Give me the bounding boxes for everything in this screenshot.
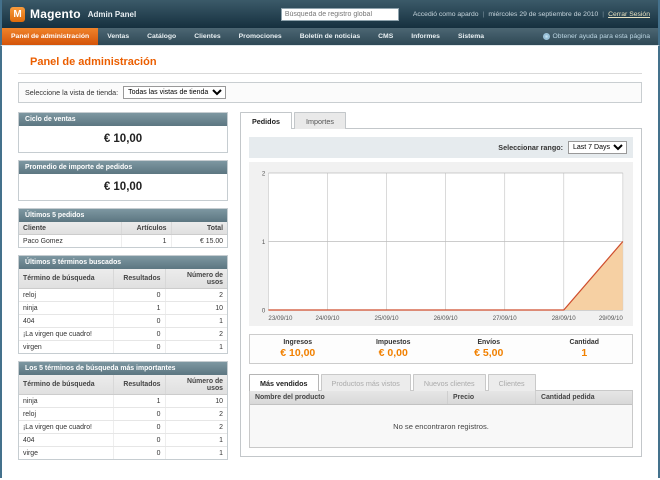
chart-tabs: Pedidos Importes: [240, 112, 642, 129]
content-area: Panel de administración Seleccione la vi…: [0, 45, 660, 478]
svg-text:0: 0: [262, 308, 266, 315]
svg-text:27/09/10: 27/09/10: [493, 315, 518, 322]
table-row[interactable]: ¡La virgen que cuadro! 0 2: [19, 421, 227, 434]
table-row[interactable]: virge 0 1: [19, 447, 227, 460]
store-view-bar: Seleccione la vista de tienda: Todas las…: [18, 82, 642, 103]
logo-text: Magento: [30, 7, 81, 21]
main-nav: Panel de administración Ventas Catálogo …: [0, 28, 660, 45]
store-view-label: Seleccione la vista de tienda:: [25, 88, 118, 97]
global-search-input[interactable]: [281, 8, 399, 21]
sales-cycle-box: Ciclo de ventas € 10,00: [18, 112, 228, 153]
magento-logo-icon: M: [10, 7, 25, 22]
nav-item-cms[interactable]: CMS: [369, 28, 402, 45]
range-label: Seleccionar rango:: [498, 143, 563, 152]
avg-order-box: Promedio de importe de pedidos € 10,00: [18, 160, 228, 201]
logo-subtext: Admin Panel: [88, 10, 136, 19]
magento-logo: M Magento Admin Panel: [10, 7, 136, 22]
sales-cycle-title: Ciclo de ventas: [19, 113, 227, 126]
page-title: Panel de administración: [30, 56, 642, 68]
last-orders-title: Últimos 5 pedidos: [19, 209, 227, 222]
range-bar: Seleccionar rango: Last 7 Days: [249, 137, 633, 158]
sales-cycle-value: € 10,00: [19, 126, 227, 152]
avg-order-title: Promedio de importe de pedidos: [19, 161, 227, 174]
tab-pedidos[interactable]: Pedidos: [240, 112, 292, 129]
nav-item-clientes[interactable]: Clientes: [185, 28, 229, 45]
bestsellers-grid: Nombre del producto Precio Cantidad pedi…: [249, 390, 633, 448]
avg-order-value: € 10,00: [19, 174, 227, 200]
total-ingresos: Ingresos € 10,00: [250, 339, 346, 359]
svg-text:24/09/10: 24/09/10: [315, 315, 340, 322]
account-info: Accedió como apardo | miércoles 29 de se…: [413, 11, 650, 18]
header: M Magento Admin Panel Accedió como apard…: [0, 0, 660, 28]
svg-text:29/09/10: 29/09/10: [599, 315, 624, 322]
last-orders-box: Últimos 5 pedidos Cliente Artículos Tota…: [18, 208, 228, 248]
totals-bar: Ingresos € 10,00 Impuestos € 0,00 Envíos…: [249, 334, 633, 364]
bottom-tabs: Más vendidos Productos más vistos Nuevos…: [249, 374, 633, 391]
total-cantidad: Cantidad 1: [537, 339, 633, 359]
svg-text:1: 1: [262, 239, 266, 246]
table-row[interactable]: ninja 1 10: [19, 302, 227, 315]
svg-text:26/09/10: 26/09/10: [434, 315, 459, 322]
table-row[interactable]: ¡La virgen que cuadro! 0 2: [19, 328, 227, 341]
top-search-terms-box: Los 5 términos de búsqueda más important…: [18, 361, 228, 460]
tab-importes[interactable]: Importes: [294, 112, 346, 129]
nav-item-informes[interactable]: Informes: [402, 28, 449, 45]
svg-text:25/09/10: 25/09/10: [375, 315, 400, 322]
tab-mas-vendidos[interactable]: Más vendidos: [249, 374, 319, 391]
orders-area-chart: 0 1 2 23/09/10 24/09/10 25/09/10 26/09/10 27/09…: [253, 167, 629, 324]
nav-item-boletin[interactable]: Boletín de noticias: [291, 28, 369, 45]
tab-clientes[interactable]: Clientes: [488, 374, 536, 391]
current-date: miércoles 29 de septiembre de 2010: [488, 11, 598, 18]
range-select[interactable]: Last 7 Days: [568, 141, 627, 154]
logout-link[interactable]: Cerrar Sesión: [608, 11, 650, 18]
orders-chart: 0 1 2 23/09/10 24/09/10 25/09/10 26/09/10 27/09…: [249, 162, 633, 326]
nav-item-promociones[interactable]: Promociones: [230, 28, 291, 45]
last-search-terms-title: Últimos 5 términos buscados: [19, 256, 227, 269]
table-row[interactable]: virgen 0 1: [19, 341, 227, 354]
help-globe-icon: [543, 33, 550, 40]
total-envios: Envíos € 5,00: [441, 339, 537, 359]
table-row[interactable]: 404 0 1: [19, 434, 227, 447]
table-row[interactable]: ninja 1 10: [19, 395, 227, 408]
help-link[interactable]: Obtener ayuda para esta página: [535, 28, 659, 45]
tab-nuevos-clientes[interactable]: Nuevos clientes: [413, 374, 486, 391]
svg-text:2: 2: [262, 171, 266, 178]
table-row[interactable]: reloj 0 2: [19, 408, 227, 421]
svg-text:28/09/10: 28/09/10: [552, 315, 577, 322]
grid-header: Nombre del producto Precio Cantidad pedi…: [250, 391, 632, 405]
table-row[interactable]: Paco Gomez 1 € 15.00: [19, 235, 227, 248]
nav-item-catalogo[interactable]: Catálogo: [138, 28, 185, 45]
logged-in-as: Accedió como apardo: [413, 11, 479, 18]
tab-productos-mas-vistos[interactable]: Productos más vistos: [321, 374, 411, 391]
nav-item-ventas[interactable]: Ventas: [98, 28, 138, 45]
nav-item-dashboard[interactable]: Panel de administración: [2, 28, 98, 45]
left-column: Ciclo de ventas € 10,00 Promedio de impo…: [18, 112, 228, 467]
last-search-terms-box: Últimos 5 términos buscados Término de b…: [18, 255, 228, 354]
top-search-terms-title: Los 5 términos de búsqueda más important…: [19, 362, 227, 375]
chart-panel: Seleccionar rango: Last 7 Days 0 1 2 23/09/…: [240, 128, 642, 457]
table-row[interactable]: reloj 0 2: [19, 289, 227, 302]
table-row[interactable]: 404 0 1: [19, 315, 227, 328]
nav-item-sistema[interactable]: Sistema: [449, 28, 493, 45]
svg-text:23/09/10: 23/09/10: [268, 315, 293, 322]
total-impuestos: Impuestos € 0,00: [346, 339, 442, 359]
dashboard-panel: Pedidos Importes Seleccionar rango: Last…: [240, 112, 642, 457]
store-view-select[interactable]: Todas las vistas de tienda: [123, 86, 226, 99]
grid-empty-message: No se encontraron registros.: [250, 405, 632, 447]
